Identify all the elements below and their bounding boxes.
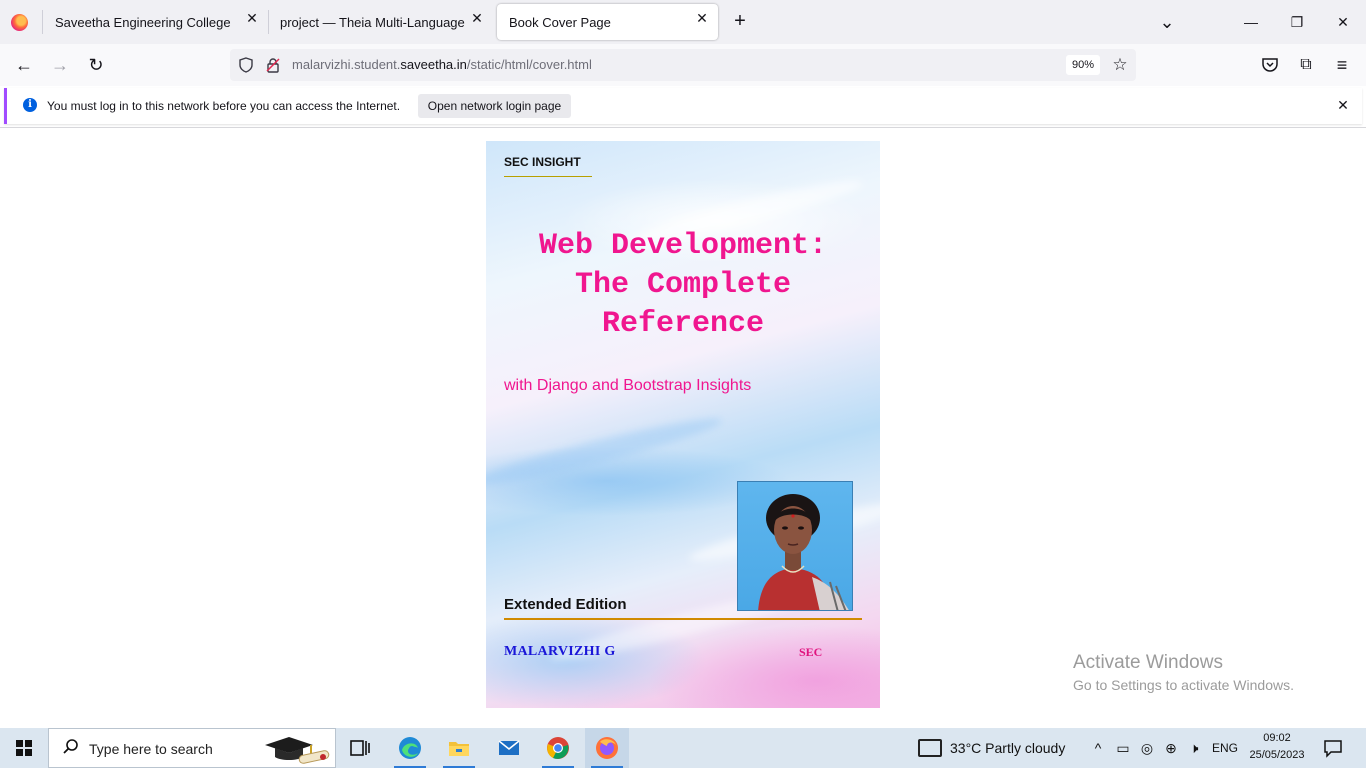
clock-date[interactable]: 25/05/2023	[1242, 749, 1312, 761]
info-icon: i	[23, 98, 37, 112]
book-cover: SEC INSIGHT Web Development: The Complet…	[486, 141, 880, 708]
author-name: MALARVIZHI G	[504, 644, 616, 659]
taskbar-search-box[interactable]: Type here to search	[48, 728, 336, 768]
language-indicator[interactable]: ENG	[1212, 741, 1238, 755]
url-prefix: malarvizhi.student.	[292, 57, 401, 72]
book-title-line: Reference	[601, 307, 765, 341]
open-login-page-button[interactable]: Open network login page	[418, 94, 571, 118]
tab-close-icon[interactable]: ✕	[244, 10, 260, 26]
clock-time[interactable]: 09:02	[1246, 732, 1308, 744]
insecure-lock-icon[interactable]	[265, 57, 281, 73]
url-domain: saveetha.in	[400, 57, 467, 72]
tab-label: Saveetha Engineering College	[55, 14, 231, 30]
start-button[interactable]	[0, 728, 48, 768]
activate-windows-subtitle: Go to Settings to activate Windows.	[1073, 677, 1294, 693]
windows-logo-icon	[16, 740, 32, 756]
forward-arrow-icon[interactable]: →	[48, 53, 72, 77]
tab-label: project — Theia Multi-Language Ex	[280, 14, 468, 30]
graduation-cap-icon	[259, 733, 333, 765]
notification-message: You must log in to this network before y…	[47, 99, 401, 113]
restore-icon[interactable]: ❐	[1287, 12, 1307, 32]
content-divider	[0, 127, 1366, 128]
tab-book-cover[interactable]: Book Cover Page	[497, 4, 718, 40]
search-icon	[61, 738, 81, 758]
series-label: SEC INSIGHT	[504, 155, 581, 169]
book-subtitle: with Django and Bootstrap Insights	[504, 377, 752, 394]
tab-label: Book Cover Page	[509, 14, 611, 30]
notification-close-icon[interactable]: ✕	[1335, 96, 1351, 114]
tab-saveetha[interactable]: Saveetha Engineering College	[43, 4, 265, 40]
book-title-line: The Complete	[574, 268, 792, 302]
chevron-up-icon[interactable]: ^	[1088, 738, 1108, 758]
battery-icon[interactable]: ▭	[1113, 738, 1133, 758]
taskbar: Type here to search 33°C Partly cloudy ^…	[0, 728, 1366, 768]
weather-text[interactable]: 33°C Partly cloudy	[950, 740, 1065, 756]
url-path: /static/html/cover.html	[466, 57, 592, 72]
reload-icon[interactable]: ↻	[84, 53, 108, 77]
meet-now-icon[interactable]: ◎	[1137, 738, 1157, 758]
shield-icon[interactable]	[238, 57, 254, 73]
activate-windows-title: Activate Windows	[1073, 652, 1223, 673]
publisher-label: SEC	[799, 645, 823, 659]
task-view-icon	[350, 740, 370, 756]
taskbar-edge[interactable]	[388, 728, 432, 768]
mail-icon	[498, 740, 520, 755]
network-icon[interactable]: ⊕	[1161, 738, 1181, 758]
pocket-icon[interactable]	[1258, 53, 1282, 77]
taskbar-file-explorer[interactable]	[437, 728, 481, 768]
volume-muted-icon[interactable]: 🕨	[1184, 738, 1204, 758]
folder-icon	[449, 742, 469, 756]
book-title: Web Development: The Complete Reference	[496, 227, 870, 344]
tab-strip: Saveetha Engineering College ✕ project —…	[0, 0, 1366, 44]
chrome-icon	[547, 737, 569, 759]
extensions-icon[interactable]: ⧉	[1294, 53, 1318, 77]
task-view-button[interactable]	[338, 728, 382, 768]
author-photo	[737, 481, 853, 611]
minimize-icon[interactable]: —	[1241, 12, 1261, 32]
notification-center-icon[interactable]	[1322, 737, 1344, 759]
firefox-icon	[596, 737, 618, 759]
cover-streak	[486, 409, 725, 495]
bookmark-star-icon[interactable]: ☆	[1110, 55, 1130, 75]
zoom-level-badge[interactable]: 90%	[1066, 55, 1100, 75]
navigation-toolbar: ← → ↻ malarvizhi.student.saveetha.in/sta…	[0, 44, 1366, 86]
tab-close-icon[interactable]: ✕	[694, 10, 710, 26]
list-all-tabs-icon[interactable]: ⌄	[1157, 12, 1177, 32]
tab-theia-project[interactable]: project — Theia Multi-Language Ex	[268, 4, 492, 40]
edition-label: Extended Edition	[504, 596, 627, 613]
edition-underline	[504, 618, 862, 620]
address-bar[interactable]: malarvizhi.student.saveetha.in/static/ht…	[230, 49, 1136, 81]
edge-icon	[399, 737, 421, 759]
app-menu-icon[interactable]: ≡	[1330, 53, 1354, 77]
captive-portal-notification: i You must log in to this network before…	[4, 88, 1362, 124]
url-text[interactable]: malarvizhi.student.saveetha.in/static/ht…	[292, 57, 592, 72]
firefox-logo-icon	[11, 14, 28, 31]
tab-close-icon[interactable]: ✕	[469, 10, 485, 26]
window-close-icon[interactable]: ✕	[1333, 12, 1353, 32]
taskbar-mail[interactable]	[487, 728, 531, 768]
weather-icon[interactable]	[918, 739, 942, 757]
book-title-line: Web Development:	[538, 229, 828, 263]
new-tab-icon[interactable]: +	[730, 11, 750, 31]
back-arrow-icon[interactable]: ←	[12, 53, 36, 77]
taskbar-firefox[interactable]	[585, 728, 629, 768]
search-placeholder: Type here to search	[89, 741, 213, 757]
series-underline	[504, 176, 592, 177]
taskbar-chrome[interactable]	[536, 728, 580, 768]
